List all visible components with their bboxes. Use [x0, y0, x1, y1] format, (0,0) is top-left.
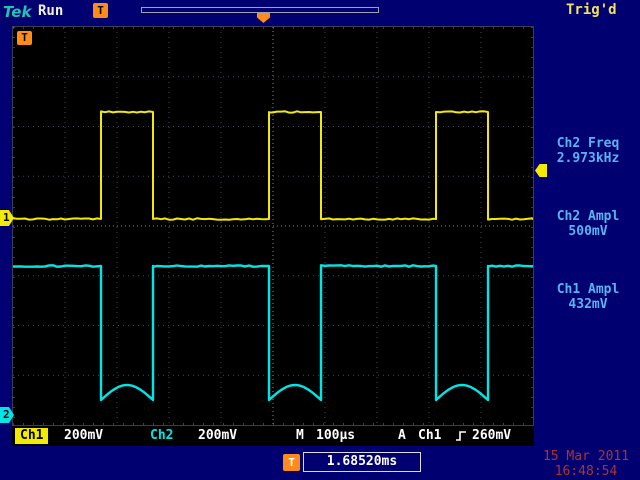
ch1-scale-value: 200mV	[64, 426, 103, 446]
trigger-position-icon: T	[93, 3, 108, 18]
trigger-time-icon: T	[283, 454, 300, 471]
record-view-bar	[141, 7, 379, 13]
graticule: T	[12, 26, 534, 426]
measurement-ch1-ampl: Ch1 Ampl 432mV	[538, 282, 638, 312]
measurement-label: Ch2 Freq	[538, 136, 638, 151]
waveform-plot	[13, 27, 533, 425]
measurement-label: Ch1 Ampl	[538, 282, 638, 297]
measurement-value: 500mV	[538, 224, 638, 239]
status-bar: Ch1 200mV Ch2 200mV M 100µs A Ch1 260mV	[12, 426, 534, 446]
oscilloscope-screen: Tek Run T Trig'd T 1 2 Ch2 Freq 2.973kHz…	[0, 0, 640, 480]
trigger-source-value: Ch1	[418, 426, 441, 446]
trigger-level-value: 260mV	[472, 426, 511, 446]
trigger-position-arrow-icon	[257, 13, 270, 23]
trigger-time-value: 1.68520ms	[303, 452, 421, 472]
measurement-value: 432mV	[538, 297, 638, 312]
date-text: 15 Mar 2011	[534, 449, 638, 464]
rising-edge-icon	[455, 430, 467, 442]
tek-logo: Tek	[3, 3, 31, 21]
measurement-ch2-ampl: Ch2 Ampl 500mV	[538, 209, 638, 239]
trigger-source-label: A	[398, 426, 406, 446]
measurement-value: 2.973kHz	[538, 151, 638, 166]
datetime: 15 Mar 2011 16:48:54	[534, 449, 638, 479]
ch2-scale-value: 200mV	[198, 426, 237, 446]
timebase-label: M	[296, 426, 304, 446]
measurement-label: Ch2 Ampl	[538, 209, 638, 224]
timebase-value: 100µs	[316, 426, 355, 446]
trigger-marker-icon: T	[17, 31, 32, 45]
ch1-scale-badge: Ch1	[15, 428, 48, 444]
time-text: 16:48:54	[534, 464, 638, 479]
ch2-scale-label: Ch2	[150, 426, 173, 446]
acquisition-status: Run	[38, 3, 63, 19]
trigger-status: Trig'd	[566, 2, 617, 18]
measurement-ch2-freq: Ch2 Freq 2.973kHz	[538, 136, 638, 166]
